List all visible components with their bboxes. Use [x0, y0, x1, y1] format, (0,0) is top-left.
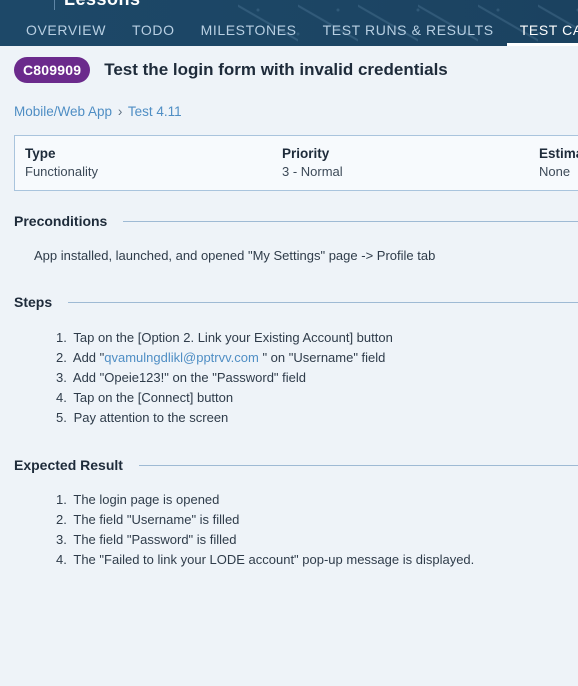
- expected-item: 1. The login page is opened: [56, 490, 474, 510]
- case-title-row: C809909 Test the login form with invalid…: [14, 57, 448, 83]
- tab-milestones[interactable]: MILESTONES: [188, 20, 310, 46]
- expected-number: 2.: [56, 512, 67, 527]
- case-id-badge: C809909: [14, 57, 91, 83]
- step-number: 1.: [56, 330, 67, 345]
- preconditions-heading: Preconditions: [14, 213, 578, 229]
- breadcrumb-suite[interactable]: Mobile/Web App: [14, 104, 112, 119]
- expected-text: The "Failed to link your LODE account" p…: [73, 552, 475, 567]
- step-item: 4. Tap on the [Connect] button: [56, 388, 393, 408]
- expected-text: The login page is opened: [73, 492, 220, 507]
- field-type-value: Functionality: [25, 164, 98, 179]
- steps-list: 1. Tap on the [Option 2. Link your Exist…: [56, 328, 393, 428]
- field-type: Type Functionality: [25, 146, 98, 179]
- tab-test-runs-results[interactable]: TEST RUNS & RESULTS: [310, 20, 507, 46]
- section-divider: [68, 301, 578, 303]
- step-text: Tap on the [Connect] button: [73, 390, 234, 405]
- field-priority-label: Priority: [282, 146, 330, 161]
- section-divider: [123, 220, 578, 222]
- field-priority: Priority 3 - Normal: [282, 146, 343, 179]
- email-link[interactable]: qvamulngdlikl@pptrvv.com: [104, 350, 259, 365]
- expected-item: 3. The field "Password" is filled: [56, 530, 474, 550]
- step-text: Pay attention to the screen: [73, 410, 229, 425]
- tab-bar: OVERVIEW TODO MILESTONES TEST RUNS & RES…: [0, 20, 578, 46]
- tab-overview[interactable]: OVERVIEW: [0, 20, 119, 46]
- step-text-suffix: " on "Username" field: [258, 350, 386, 365]
- tab-todo[interactable]: TODO: [119, 20, 188, 46]
- field-type-label: Type: [25, 146, 56, 161]
- project-divider: [54, 0, 55, 10]
- step-item: 3. Add "Opeie123!" on the "Password" fie…: [56, 368, 393, 388]
- top-navigation-bar: Lessons OVERVIEW TODO MILESTONES TEST RU…: [0, 0, 578, 46]
- expected-item: 4. The "Failed to link your LODE account…: [56, 550, 474, 570]
- preconditions-title: Preconditions: [14, 213, 108, 229]
- step-text: Tap on the [Option 2. Link your Existing…: [73, 330, 393, 345]
- section-divider: [138, 464, 578, 466]
- step-item: 5. Pay attention to the screen: [56, 408, 393, 428]
- expected-number: 4.: [56, 552, 67, 567]
- step-text: Add "Opeie123!" on the "Password" field: [72, 370, 307, 385]
- expected-number: 3.: [56, 532, 67, 547]
- expected-item: 2. The field "Username" is filled: [56, 510, 474, 530]
- step-number: 4.: [56, 390, 67, 405]
- breadcrumb: Mobile/Web App › Test 4.11: [14, 104, 182, 119]
- expected-text: The field "Username" is filled: [73, 512, 240, 527]
- tab-test-cases[interactable]: TEST CASES: [506, 20, 578, 46]
- field-estimate: Estimate None: [539, 146, 578, 179]
- step-item: 1. Tap on the [Option 2. Link your Exist…: [56, 328, 393, 348]
- field-estimate-label: Estimate: [539, 146, 578, 161]
- step-text-prefix: Add ": [72, 350, 105, 365]
- case-fields-panel: Type Functionality Priority 3 - Normal E…: [14, 135, 578, 191]
- step-item: 2. Add "qvamulngdlikl@pptrvv.com " on "U…: [56, 348, 393, 368]
- step-number: 2.: [56, 350, 67, 365]
- breadcrumb-section[interactable]: Test 4.11: [128, 104, 182, 119]
- preconditions-text: App installed, launched, and opened "My …: [34, 248, 436, 263]
- expected-number: 1.: [56, 492, 67, 507]
- expected-result-list: 1. The login page is opened 2. The field…: [56, 490, 474, 570]
- breadcrumb-separator: ›: [117, 104, 123, 119]
- page-title: Test the login form with invalid credent…: [104, 60, 448, 79]
- expected-result-title: Expected Result: [14, 457, 123, 473]
- expected-text: The field "Password" is filled: [73, 532, 237, 547]
- project-name[interactable]: Lessons: [64, 0, 141, 10]
- field-estimate-value: None: [539, 164, 571, 179]
- step-number: 3.: [56, 370, 67, 385]
- expected-result-heading: Expected Result: [14, 457, 578, 473]
- steps-heading: Steps: [14, 294, 578, 310]
- field-priority-value: 3 - Normal: [282, 164, 343, 179]
- step-number: 5.: [56, 410, 67, 425]
- steps-title: Steps: [14, 294, 53, 310]
